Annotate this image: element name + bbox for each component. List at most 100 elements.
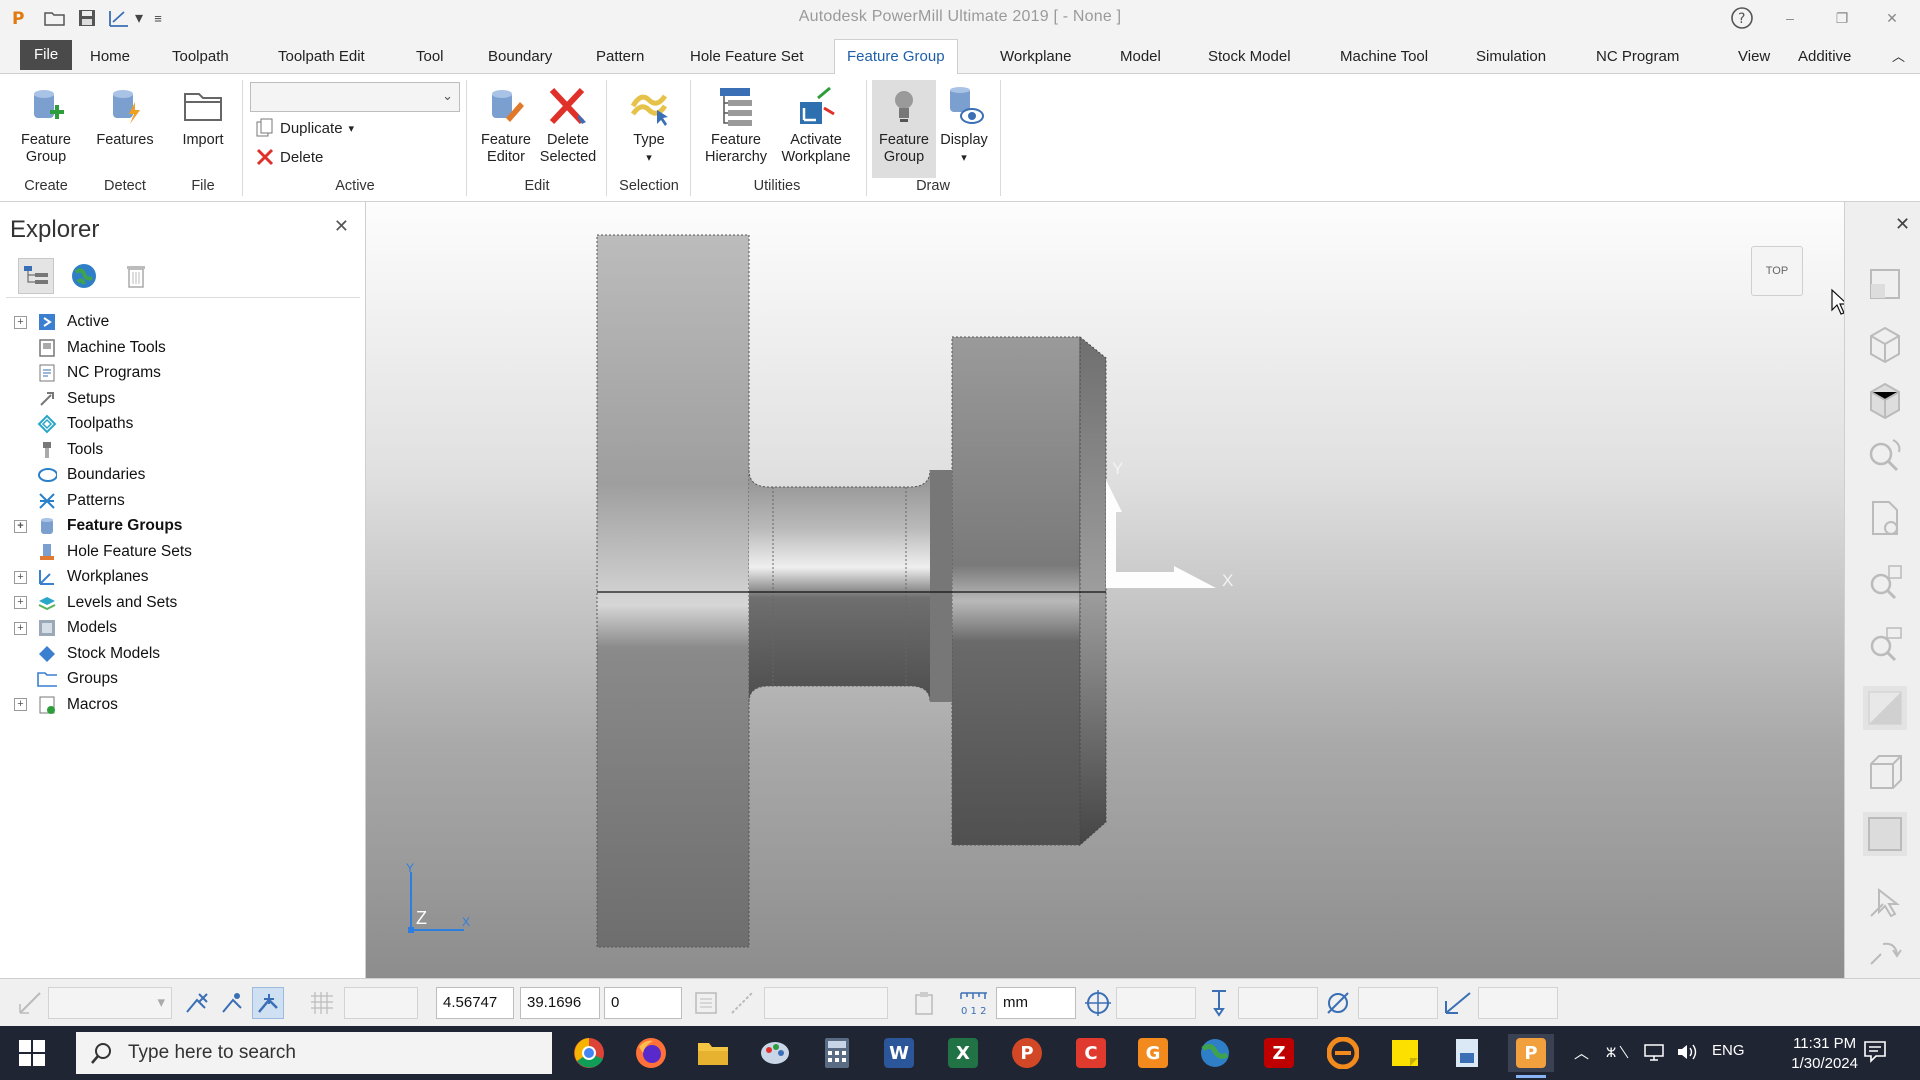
document-app-icon[interactable]	[1444, 1034, 1490, 1072]
tree-item-toolpaths[interactable]: Toolpaths	[14, 412, 133, 436]
tab-workplane[interactable]: Workplane	[988, 40, 1083, 74]
crosshair-icon[interactable]	[1082, 987, 1114, 1019]
feature-hierarchy-button[interactable]: Feature Hierarchy	[696, 84, 776, 166]
crosshair-field[interactable]	[1116, 987, 1196, 1019]
taskbar-clock[interactable]: 11:31 PM 1/30/2024	[1791, 1034, 1858, 1074]
chrome-icon[interactable]	[566, 1034, 612, 1072]
tab-toolpath-edit[interactable]: Toolpath Edit	[266, 40, 377, 74]
volume-icon[interactable]	[1676, 1042, 1700, 1066]
import-button[interactable]: Import	[170, 84, 236, 149]
duplicate-button[interactable]: Duplicate ▾	[256, 118, 354, 138]
tab-model[interactable]: Model	[1108, 40, 1173, 74]
file-explorer-icon[interactable]	[690, 1034, 736, 1072]
x-coordinate-field[interactable]: 4.56747	[436, 987, 514, 1019]
tree-view-icon[interactable]	[18, 258, 54, 294]
save-icon[interactable]	[74, 6, 100, 30]
word-icon[interactable]: W	[876, 1034, 922, 1072]
tab-feature-group[interactable]: Feature Group	[834, 39, 958, 75]
tree-item-levels-and-sets[interactable]: + Levels and Sets	[14, 591, 177, 615]
sticky-notes-icon[interactable]	[1382, 1034, 1428, 1072]
tab-additive[interactable]: Additive	[1786, 40, 1863, 74]
windows-start-icon[interactable]	[18, 1039, 46, 1067]
globe-app-icon[interactable]	[1192, 1034, 1238, 1072]
tool-length-field[interactable]	[1238, 987, 1318, 1019]
tree-item-tools[interactable]: Tools	[14, 438, 103, 462]
explorer-close-icon[interactable]: ✕	[334, 216, 349, 237]
expand-icon[interactable]: +	[14, 519, 27, 533]
expand-icon[interactable]: +	[14, 596, 27, 609]
tree-item-nc-programs[interactable]: NC Programs	[14, 361, 161, 385]
feature-group-create-button[interactable]: Feature Group	[10, 84, 82, 166]
shaded-wire-mode-icon[interactable]	[1863, 812, 1907, 856]
draw-feature-group-button[interactable]: Feature Group	[872, 80, 936, 178]
zoom-fit-icon[interactable]	[1863, 560, 1907, 604]
expand-icon[interactable]: +	[14, 570, 27, 584]
tab-tool[interactable]: Tool	[404, 40, 456, 74]
collapse-ribbon-icon[interactable]: ︿	[1884, 40, 1913, 74]
measure-icon[interactable]	[726, 987, 758, 1019]
tree-item-hole-feature-sets[interactable]: Hole Feature Sets	[14, 540, 192, 564]
tool-length-icon[interactable]	[1202, 987, 1234, 1019]
z-coordinate-field[interactable]: 0	[604, 987, 682, 1019]
tree-item-groups[interactable]: Groups	[14, 667, 118, 691]
edit-line-icon[interactable]	[106, 6, 132, 30]
close-button[interactable]: ✕	[1876, 6, 1908, 30]
tree-item-patterns[interactable]: Patterns	[14, 489, 125, 513]
feature-editor-button[interactable]: Feature Editor	[474, 84, 538, 166]
page-refresh-icon[interactable]	[1863, 496, 1907, 540]
features-detect-button[interactable]: Features	[90, 84, 160, 149]
expand-icon[interactable]: +	[14, 315, 27, 329]
language-indicator[interactable]: ENG	[1712, 1042, 1745, 1059]
tree-item-setups[interactable]: Setups	[14, 387, 115, 411]
zoom-rotate-icon[interactable]	[1863, 434, 1907, 478]
view-toolbar-close-icon[interactable]: ✕	[1895, 214, 1910, 235]
tab-stock-model[interactable]: Stock Model	[1196, 40, 1303, 74]
minimize-button[interactable]: –	[1774, 6, 1806, 30]
expand-icon[interactable]: +	[14, 621, 27, 635]
powerpoint-icon[interactable]: P	[1004, 1034, 1050, 1072]
paint-app-icon[interactable]	[752, 1034, 798, 1072]
units-field[interactable]: mm	[996, 987, 1076, 1019]
snap-grid-icon[interactable]	[180, 987, 212, 1019]
tab-machine-tool[interactable]: Machine Tool	[1328, 40, 1440, 74]
help-icon[interactable]: ?	[1726, 6, 1758, 30]
tree-item-active[interactable]: + Active	[14, 310, 109, 334]
coordinate-mode-icon[interactable]	[690, 987, 722, 1019]
tree-item-models[interactable]: + Models	[14, 616, 117, 640]
active-feature-group-combo[interactable]: ⌄	[250, 82, 460, 112]
selection-type-button[interactable]: Type ▾	[614, 84, 684, 167]
tab-hole-feature-set[interactable]: Hole Feature Set	[678, 40, 815, 74]
customize-quick-access-icon[interactable]: ≡	[150, 6, 166, 30]
clipboard-icon[interactable]	[908, 987, 940, 1019]
notification-center-icon[interactable]	[1862, 1038, 1888, 1068]
snap-active-icon[interactable]	[252, 987, 284, 1019]
tolerance-field[interactable]	[764, 987, 888, 1019]
tab-simulation[interactable]: Simulation	[1464, 40, 1558, 74]
zoom-box-icon[interactable]	[1863, 622, 1907, 666]
trash-icon[interactable]	[118, 258, 154, 294]
red-app-icon[interactable]: C	[1068, 1034, 1114, 1072]
rotate-view-icon[interactable]	[1863, 932, 1907, 976]
delete-selected-button[interactable]: Delete Selected	[536, 84, 600, 166]
wireframe-mode-icon[interactable]	[1863, 750, 1907, 794]
check-angle-icon[interactable]	[1442, 987, 1474, 1019]
tab-home[interactable]: Home	[78, 40, 142, 74]
delete-button[interactable]: Delete	[256, 148, 323, 166]
calculator-icon[interactable]	[814, 1034, 860, 1072]
tree-item-machine-tools[interactable]: Machine Tools	[14, 336, 166, 360]
firefox-icon[interactable]	[628, 1034, 674, 1072]
tab-pattern[interactable]: Pattern	[584, 40, 656, 74]
taskbar-search-box[interactable]: Type here to search	[76, 1032, 552, 1074]
select-cursor-icon[interactable]	[1863, 878, 1907, 922]
tab-boundary[interactable]: Boundary	[476, 40, 564, 74]
tree-item-boundaries[interactable]: Boundaries	[14, 463, 145, 487]
view-iso-shaded-icon[interactable]	[1863, 378, 1907, 422]
view-iso-wire-icon[interactable]	[1863, 322, 1907, 366]
3d-viewport[interactable]: Y X Y Z X TOP	[366, 202, 1844, 978]
snap-point-icon[interactable]	[216, 987, 248, 1019]
activate-workplane-button[interactable]: Activate Workplane	[774, 84, 858, 166]
globe-icon[interactable]	[66, 258, 102, 294]
excel-icon[interactable]: X	[940, 1034, 986, 1072]
view-front-icon[interactable]	[1863, 262, 1907, 306]
tree-item-feature-groups[interactable]: + Feature Groups	[14, 514, 182, 538]
